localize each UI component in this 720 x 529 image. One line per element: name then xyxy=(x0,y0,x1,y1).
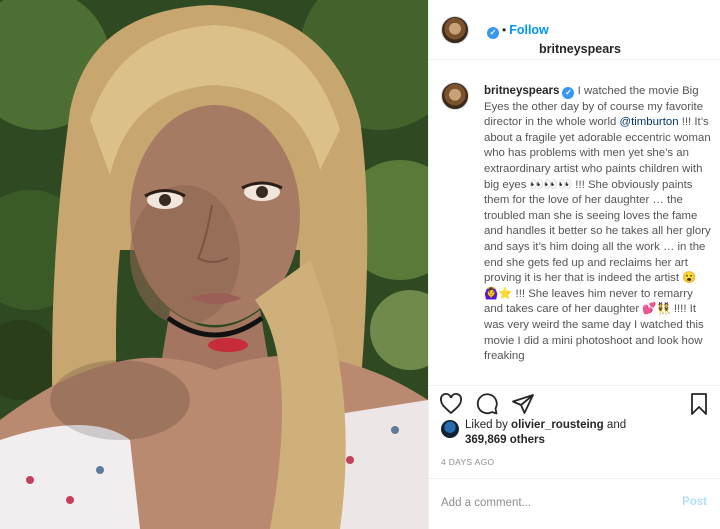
author-username[interactable]: britneyspears xyxy=(539,42,621,56)
post-timestamp[interactable]: 4 DAYS AGO xyxy=(441,457,494,467)
liked-by-and: and xyxy=(606,419,627,431)
paper-plane-icon[interactable] xyxy=(511,392,535,416)
caption-mention-link[interactable]: @timburton xyxy=(620,116,679,128)
comment-input[interactable] xyxy=(441,493,661,513)
liked-by-prefix: Liked by xyxy=(465,419,508,431)
comment-bar: Post xyxy=(429,478,720,529)
separator-dot: • xyxy=(502,23,507,37)
liker-avatar[interactable] xyxy=(441,420,459,438)
post-photo[interactable] xyxy=(0,0,428,529)
post-sidebar: britneyspears ✓ • Follow britneyspears ✓ I w… xyxy=(428,0,720,529)
caption-author-avatar[interactable] xyxy=(441,82,469,110)
caption-section[interactable]: britneyspears ✓ I watched the movie Big E… xyxy=(429,70,720,380)
post-comment-button[interactable]: Post xyxy=(682,496,707,508)
caption-text: britneyspears ✓ I watched the movie Big E… xyxy=(484,84,712,365)
selfie-image xyxy=(0,0,428,529)
action-bar xyxy=(429,385,720,421)
caption-verified-badge-icon: ✓ xyxy=(562,87,575,99)
heart-icon[interactable] xyxy=(439,392,463,416)
verified-badge-icon: ✓ xyxy=(487,27,499,39)
likes-count[interactable]: 369,869 others xyxy=(465,433,545,448)
author-avatar[interactable] xyxy=(441,16,469,44)
bookmark-icon[interactable] xyxy=(687,392,711,416)
liked-by-user[interactable]: olivier_rousteing xyxy=(511,419,604,431)
comment-icon[interactable] xyxy=(475,392,499,416)
follow-button[interactable]: Follow xyxy=(509,23,549,37)
liked-by-line: Liked by olivier_rousteing and xyxy=(465,418,626,433)
post-header: britneyspears ✓ • Follow xyxy=(429,0,720,60)
caption-username[interactable]: britneyspears xyxy=(484,85,559,97)
header-line: britneyspears ✓ • Follow xyxy=(484,21,621,56)
caption-body-end: !!! It’s about a fragile yet adorable ec… xyxy=(484,116,711,363)
